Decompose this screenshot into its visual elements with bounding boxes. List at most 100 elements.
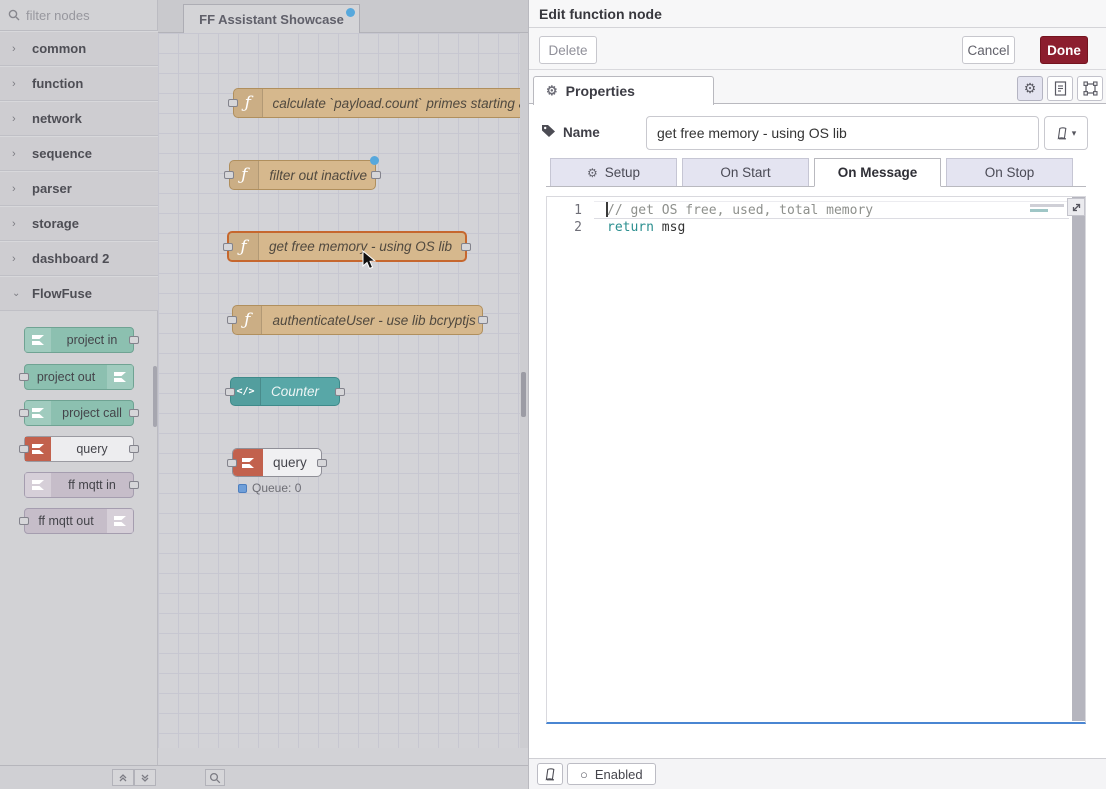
flow-canvas[interactable]: ƒ calculate `payload.count` primes start…	[158, 33, 520, 748]
cancel-button[interactable]: Cancel	[962, 36, 1015, 64]
output-port[interactable]	[317, 459, 327, 467]
chevron-right-icon: ›	[12, 78, 20, 90]
name-input[interactable]	[646, 116, 1039, 150]
node-authenticate-user[interactable]: ƒ authenticateUser - use lib bcryptjs	[232, 305, 483, 335]
tab-setup[interactable]: ⚙ Setup	[550, 158, 677, 187]
function-icon: ƒ	[234, 89, 263, 117]
code-line-1: // get OS free, used, total memory	[607, 202, 873, 219]
name-label: Name	[563, 125, 600, 140]
output-port[interactable]	[129, 336, 139, 344]
palette-node-label: project out	[25, 370, 107, 384]
input-port[interactable]	[224, 171, 234, 179]
output-port[interactable]	[478, 316, 488, 324]
palette-node-ff-mqtt-in[interactable]: ff mqtt in	[24, 472, 134, 498]
node-modified-dot	[370, 156, 379, 165]
palette-category-sequence[interactable]: ›sequence	[0, 136, 158, 171]
input-port[interactable]	[228, 99, 238, 107]
flowfuse-icon	[107, 365, 133, 389]
palette-filter-input[interactable]	[26, 8, 136, 23]
expand-editor-button[interactable]	[1067, 198, 1085, 216]
input-port[interactable]	[19, 409, 29, 417]
zoom-search-button[interactable]	[205, 769, 225, 786]
palette-category-storage[interactable]: ›storage	[0, 206, 158, 241]
library-button[interactable]	[537, 763, 563, 785]
palette-node-project-call[interactable]: project call	[24, 400, 134, 426]
palette-node-ff-mqtt-out[interactable]: ff mqtt out	[24, 508, 134, 534]
node-counter[interactable]: </> Counter	[230, 377, 340, 406]
delete-button[interactable]: Delete	[539, 36, 597, 64]
editor-scrollbar[interactable]	[1072, 197, 1085, 721]
document-icon	[1054, 81, 1067, 96]
flow-tab[interactable]: FF Assistant Showcase	[183, 4, 360, 33]
palette-node-query[interactable]: query	[24, 436, 134, 462]
show-properties-button[interactable]: ⚙	[1017, 76, 1043, 101]
palette-collapse-all-button[interactable]	[112, 769, 134, 786]
gear-icon: ⚙	[546, 83, 558, 99]
input-port[interactable]	[223, 243, 233, 251]
tab-on-stop[interactable]: On Stop	[946, 158, 1073, 187]
template-icon: </>	[231, 378, 261, 405]
node-red-editor: ›common › function ›network ›sequence ›pa…	[0, 0, 1106, 789]
line-number: 1	[574, 202, 582, 219]
workspace-footer	[0, 765, 528, 789]
category-label: FlowFuse	[32, 286, 92, 301]
node-filter-out-inactive[interactable]: ƒ filter out inactive	[229, 160, 376, 190]
library-dropdown-button[interactable]: ▾	[1044, 116, 1088, 150]
tab-on-message[interactable]: On Message	[814, 158, 941, 187]
flowfuse-icon	[233, 449, 263, 476]
node-query[interactable]: query	[232, 448, 322, 477]
input-port[interactable]	[227, 316, 237, 324]
tray-footer: ○ Enabled	[529, 758, 1106, 789]
enabled-label: Enabled	[595, 767, 643, 782]
tab-on-start[interactable]: On Start	[682, 158, 809, 187]
show-description-button[interactable]	[1047, 76, 1073, 101]
category-label: dashboard 2	[32, 251, 109, 266]
palette-expand-all-button[interactable]	[134, 769, 156, 786]
text-cursor	[606, 202, 608, 217]
chevron-down-icon: ⌄	[12, 288, 20, 299]
chevron-right-icon: ›	[12, 183, 20, 195]
palette-category-flowfuse[interactable]: ⌄ FlowFuse	[0, 276, 158, 311]
input-port[interactable]	[227, 459, 237, 467]
node-calculate-primes[interactable]: ƒ calculate `payload.count` primes start…	[233, 88, 520, 118]
output-port[interactable]	[461, 243, 471, 251]
show-appearance-button[interactable]	[1077, 76, 1103, 101]
palette-node-project-in[interactable]: project in	[24, 327, 134, 353]
tray-tabs-row: ⚙ Properties ⚙	[529, 70, 1106, 104]
input-port[interactable]	[19, 517, 29, 525]
output-port[interactable]	[129, 481, 139, 489]
canvas-vscroll-thumb[interactable]	[521, 372, 526, 417]
palette-node-project-out[interactable]: project out	[24, 364, 134, 390]
palette-node-label: project call	[51, 406, 133, 420]
output-port[interactable]	[129, 445, 139, 453]
output-port[interactable]	[129, 409, 139, 417]
chevron-right-icon: ›	[12, 113, 20, 125]
node-label: get free memory - using OS lib	[259, 239, 462, 254]
tab-properties[interactable]: ⚙ Properties	[533, 76, 714, 105]
palette-category-function[interactable]: › function	[0, 66, 158, 101]
double-chevron-down-icon	[140, 773, 150, 783]
palette-category-network[interactable]: ›network	[0, 101, 158, 136]
palette-filter[interactable]	[0, 0, 158, 31]
input-port[interactable]	[19, 373, 29, 381]
output-port[interactable]	[371, 171, 381, 179]
code-editor[interactable]: 1 2 // get OS free, used, total memory r…	[546, 196, 1086, 724]
palette-category-dashboard-2[interactable]: › dashboard 2	[0, 241, 158, 276]
done-button[interactable]: Done	[1040, 36, 1088, 64]
category-label: function	[32, 76, 83, 91]
flow-modified-dot	[346, 8, 355, 17]
magnifier-icon	[209, 772, 221, 784]
palette-category-parser[interactable]: ›parser	[0, 171, 158, 206]
palette-category-common[interactable]: ›common	[0, 31, 158, 66]
status-text: Queue: 0	[252, 481, 301, 495]
input-port[interactable]	[19, 445, 29, 453]
expand-icon	[1071, 202, 1082, 213]
output-port[interactable]	[335, 388, 345, 396]
input-port[interactable]	[225, 388, 235, 396]
name-row: Name ▾	[529, 104, 1106, 156]
chevron-right-icon: ›	[12, 253, 20, 265]
node-get-free-memory[interactable]: ƒ get free memory - using OS lib	[227, 231, 467, 262]
palette-scrollbar[interactable]	[153, 366, 157, 427]
flowfuse-icon	[107, 509, 133, 533]
node-enabled-toggle[interactable]: ○ Enabled	[567, 763, 656, 785]
